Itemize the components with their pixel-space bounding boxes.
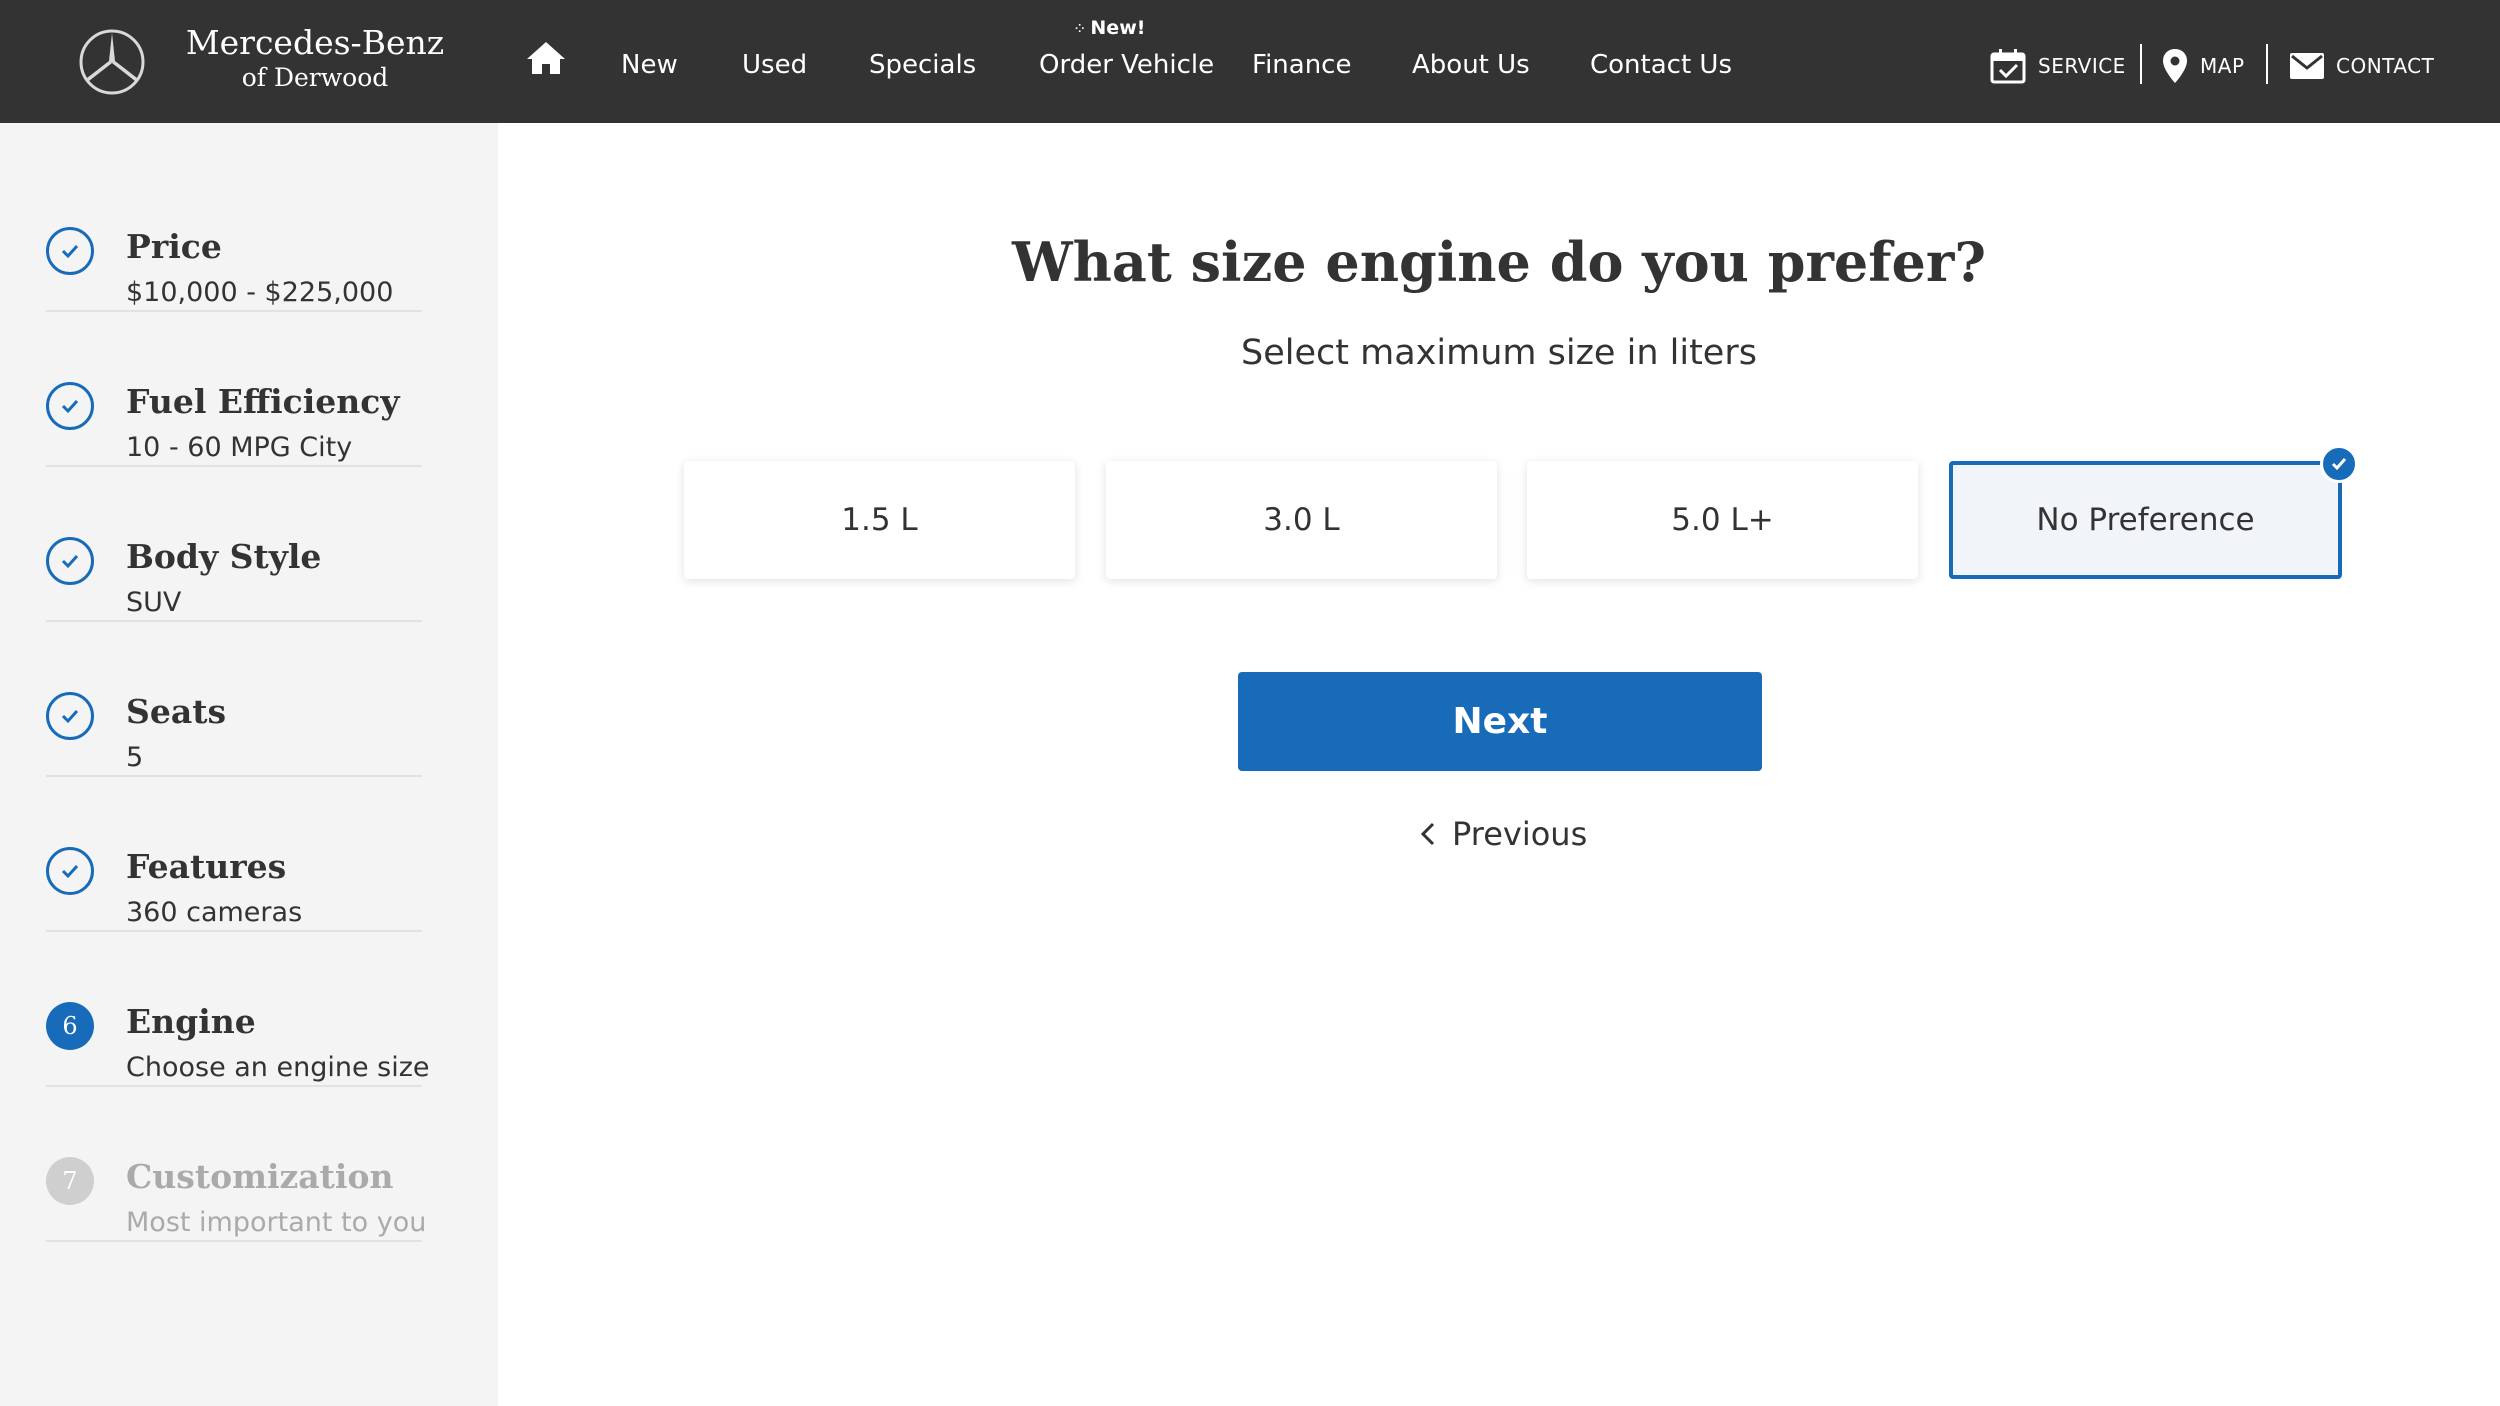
- contact-label: CONTACT: [2336, 54, 2435, 78]
- envelope-icon: [2290, 53, 2324, 79]
- step-customization: 7 Customization Most important to you: [46, 1087, 426, 1242]
- new-badge-label: New!: [1090, 17, 1146, 39]
- check-circle-icon: [46, 382, 94, 430]
- brand-line1: Mercedes-Benz: [185, 23, 445, 62]
- step-title: Features: [126, 847, 287, 886]
- divider: [2140, 44, 2142, 84]
- step-title: Fuel Efficiency: [126, 382, 400, 421]
- option-label: No Preference: [2036, 502, 2255, 538]
- previous-label: Previous: [1452, 815, 1588, 853]
- home-icon[interactable]: [525, 40, 567, 76]
- step-price[interactable]: Price $10,000 - $225,000: [46, 157, 422, 312]
- map-pin-icon: [2163, 49, 2187, 83]
- new-badge: ⁘ New!: [1073, 17, 1145, 39]
- nav-contact-us[interactable]: Contact Us: [1590, 50, 1732, 80]
- check-circle-icon: [46, 227, 94, 275]
- selected-check-icon: [2320, 445, 2358, 483]
- map-link[interactable]: MAP: [2162, 46, 2245, 86]
- option-no-preference[interactable]: No Preference: [1949, 445, 2358, 579]
- sparkle-icon: ⁘: [1073, 19, 1087, 38]
- step-summary: Most important to you: [126, 1207, 427, 1238]
- dealer-name[interactable]: Mercedes-Benz of Derwood: [180, 26, 450, 90]
- step-summary: Choose an engine size: [126, 1052, 430, 1083]
- step-title: Engine: [126, 1002, 256, 1041]
- question-heading: What size engine do you prefer?: [1012, 230, 1986, 294]
- nav-order-vehicle[interactable]: Order Vehicle: [1039, 50, 1214, 80]
- check-circle-icon: [46, 847, 94, 895]
- service-link[interactable]: SERVICE: [1990, 46, 2126, 86]
- step-body-style[interactable]: Body Style SUV: [46, 467, 422, 622]
- nav-about-us[interactable]: About Us: [1412, 50, 1530, 80]
- nav-specials[interactable]: Specials: [869, 50, 976, 80]
- option-1-5l[interactable]: 1.5 L: [684, 461, 1075, 579]
- step-summary: 360 cameras: [126, 897, 303, 928]
- site-header: Mercedes-Benz of Derwood New Used Specia…: [0, 0, 2500, 123]
- step-fuel-efficiency[interactable]: Fuel Efficiency 10 - 60 MPG City: [46, 312, 422, 467]
- nav-used[interactable]: Used: [742, 50, 807, 80]
- step-number-badge: 6: [46, 1002, 94, 1050]
- step-summary: SUV: [126, 587, 182, 618]
- progress-sidebar: Price $10,000 - $225,000 Fuel Efficiency…: [0, 123, 498, 1406]
- step-features[interactable]: Features 360 cameras: [46, 777, 422, 932]
- divider: [2266, 44, 2268, 84]
- nav-new[interactable]: New: [621, 50, 678, 80]
- contact-link[interactable]: CONTACT: [2290, 46, 2434, 86]
- chevron-left-icon: [1420, 822, 1435, 846]
- option-5-0l-plus[interactable]: 5.0 L+: [1527, 461, 1918, 579]
- step-summary: $10,000 - $225,000: [126, 277, 394, 308]
- step-title: Seats: [126, 692, 227, 731]
- step-title: Price: [126, 227, 222, 266]
- step-number-badge: 7: [46, 1157, 94, 1205]
- map-label: MAP: [2200, 54, 2245, 78]
- check-circle-icon: [46, 537, 94, 585]
- previous-link[interactable]: Previous: [1420, 812, 1587, 856]
- question-subtitle: Select maximum size in liters: [1241, 333, 1757, 373]
- option-3-0l[interactable]: 3.0 L: [1106, 461, 1497, 579]
- check-circle-icon: [46, 692, 94, 740]
- step-seats[interactable]: Seats 5: [46, 622, 422, 777]
- step-title: Body Style: [126, 537, 322, 576]
- step-engine[interactable]: 6 Engine Choose an engine size: [46, 932, 430, 1087]
- next-button[interactable]: Next: [1238, 672, 1762, 771]
- step-summary: 5: [126, 742, 144, 773]
- service-label: SERVICE: [2038, 54, 2126, 78]
- mercedes-star-icon[interactable]: [78, 28, 146, 96]
- brand-line2: of Derwood: [241, 63, 389, 92]
- calendar-icon: [1990, 49, 2026, 84]
- nav-finance[interactable]: Finance: [1252, 50, 1351, 80]
- step-summary: 10 - 60 MPG City: [126, 432, 353, 463]
- step-title: Customization: [126, 1157, 394, 1196]
